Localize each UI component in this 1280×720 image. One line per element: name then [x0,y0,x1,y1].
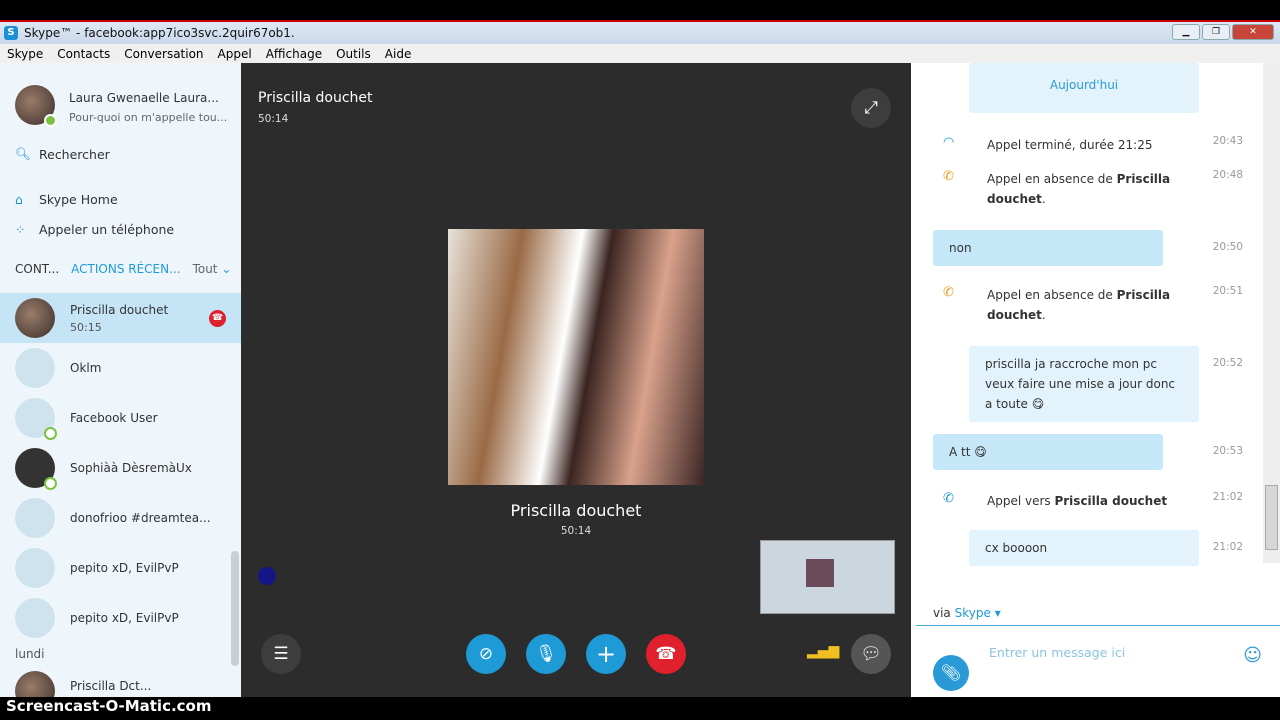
paperclip-icon: 📎︎ [940,663,962,682]
call-panel: Priscilla douchet 50:14 ⤢ Priscilla douc… [241,63,911,700]
add-button[interactable]: + [586,634,626,674]
video-off-icon: ⊘ [478,644,494,664]
missed-call-icon: ✆ [943,169,954,184]
home-icon: ⌂ [15,192,23,207]
list-item[interactable]: Priscilla douchet 50:15 ☎ [0,293,241,343]
message-bubble: non [933,230,1163,266]
emoticon-button[interactable]: ☺ [1243,645,1262,666]
contact-photo [448,229,704,485]
group-avatar [15,498,55,538]
skype-home-button[interactable]: ⌂ Skype Home [15,192,118,207]
missed-call-icon: ✆ [943,285,954,300]
sidebar-scrollbar[interactable] [231,551,239,666]
list-icon: ☰ [273,644,289,664]
profile-status: Pour-quoi on m'appelle tou... [69,111,228,124]
avatar [15,671,55,700]
avatar [15,448,57,490]
list-item[interactable]: donofrioo #dreamtea... [0,493,241,543]
minimize-button[interactable]: ▁ [1172,24,1200,40]
avatar [15,85,57,127]
date-divider: Aujourd'hui [969,63,1199,113]
menu-skype[interactable]: Skype [7,47,43,61]
message-bubble: A tt 😋 [933,434,1163,470]
search-button[interactable]: 🔍︎ Rechercher [15,146,110,162]
attach-button[interactable]: 📎︎ [933,655,969,691]
plus-icon: + [595,640,617,668]
divider [916,625,1280,626]
list-item[interactable]: pepito xD, EvilPvP [0,593,241,643]
close-button[interactable]: ✕ [1232,24,1274,40]
profile[interactable]: Laura Gwenaelle Laura... Pour-quoi on m'a… [15,85,228,127]
skype-logo-icon: S [4,26,18,40]
avatar [15,398,57,440]
end-call-icon: ☎ [655,644,677,664]
menu-affichage[interactable]: Affichage [266,47,322,61]
list-item[interactable]: pepito xD, EvilPvP [0,543,241,593]
self-video-preview[interactable] [760,540,895,614]
chat-bubble-icon: 💬︎ [860,644,882,664]
list-item[interactable]: Oklm [0,343,241,393]
menu-aide[interactable]: Aide [385,47,412,61]
call-ended-icon: ◠ [943,135,955,150]
caret-down-icon: ▾ [990,606,1001,620]
video-toggle-button[interactable]: ⊘ [466,634,506,674]
smiley-icon: ☺ [1243,645,1262,666]
list-item[interactable]: Priscilla Dct... [0,665,241,700]
menu-conversation[interactable]: Conversation [124,47,203,61]
mouse-cursor [258,567,276,585]
chat-toggle-button[interactable]: 💬︎ [851,634,891,674]
outgoing-call-icon: ✆ [943,491,954,506]
status-icon [44,477,57,490]
profile-name: Laura Gwenaelle Laura... [69,91,219,105]
expand-icon: ⤢ [864,98,878,118]
online-status-icon [44,114,57,127]
callee-duration: 50:14 [560,525,592,537]
menu-contacts[interactable]: Contacts [57,47,110,61]
hang-up-button[interactable]: ☎ [646,634,686,674]
title-bar: S Skype™ - facebook:app7ico3svc.2quir67o… [0,20,1280,44]
group-avatar [15,598,55,638]
message-input[interactable]: Entrer un message ici [989,645,1125,660]
watermark: Screencast-O-Matic.com [0,697,1280,720]
tab-contacts[interactable]: CONT... [15,262,59,276]
mute-button[interactable]: 🎙︎ [526,634,566,674]
contact-list: Priscilla douchet 50:15 ☎ Oklm Facebook Us… [0,293,241,700]
signal-quality-icon[interactable]: ▂▄▆ [807,643,839,659]
search-icon: 🔍︎ [15,146,31,161]
chat-panel: Aujourd'hui ◠ Appel terminé, durée 21:25 2… [911,63,1280,700]
list-item[interactable]: Facebook User [0,393,241,443]
end-call-icon[interactable]: ☎ [209,309,226,327]
fullscreen-button[interactable]: ⤢ [851,88,891,128]
status-icon [44,427,57,440]
menu-outils[interactable]: Outils [336,47,371,61]
day-label: lundi [15,647,45,661]
call-menu-button[interactable]: ☰ [261,634,301,674]
group-avatar [15,548,55,588]
callee-name: Priscilla douchet [510,501,642,520]
call-phone-button[interactable]: ⁘ Appeler un téléphone [15,222,174,237]
chevron-down-icon: ⌄ [221,262,232,276]
last-contact-name: Priscilla Dct... [70,679,152,693]
filter-dropdown[interactable]: Tout ⌄ [193,262,232,276]
window-title: Skype™ - facebook:app7ico3svc.2quir67ob1… [24,26,295,40]
list-item[interactable]: Sophiàà DèsremàUx [0,443,241,493]
dialpad-icon: ⁘ [15,222,26,237]
message-bubble: cx boooon [969,530,1199,566]
tab-recent[interactable]: ACTIONS RÉCEN... [71,262,180,276]
avatar [15,298,55,338]
microphone-icon: 🎙︎ [535,644,557,664]
scrollbar-thumb[interactable] [1265,485,1278,550]
group-avatar [15,348,55,388]
sidebar: Laura Gwenaelle Laura... Pour-quoi on m'a… [0,63,241,700]
menu-bar: Skype Contacts Conversation Appel Affich… [0,44,1280,63]
chat-scrollbar[interactable] [1263,63,1280,563]
maximize-button[interactable]: ❐ [1202,24,1230,40]
call-duration: 50:14 [258,113,289,125]
via-selector[interactable]: via Skype ▾ [933,606,1001,620]
message-bubble: priscilla ja raccroche mon pc veux faire… [969,346,1199,422]
call-title: Priscilla douchet [258,90,373,106]
menu-appel[interactable]: Appel [218,47,252,61]
